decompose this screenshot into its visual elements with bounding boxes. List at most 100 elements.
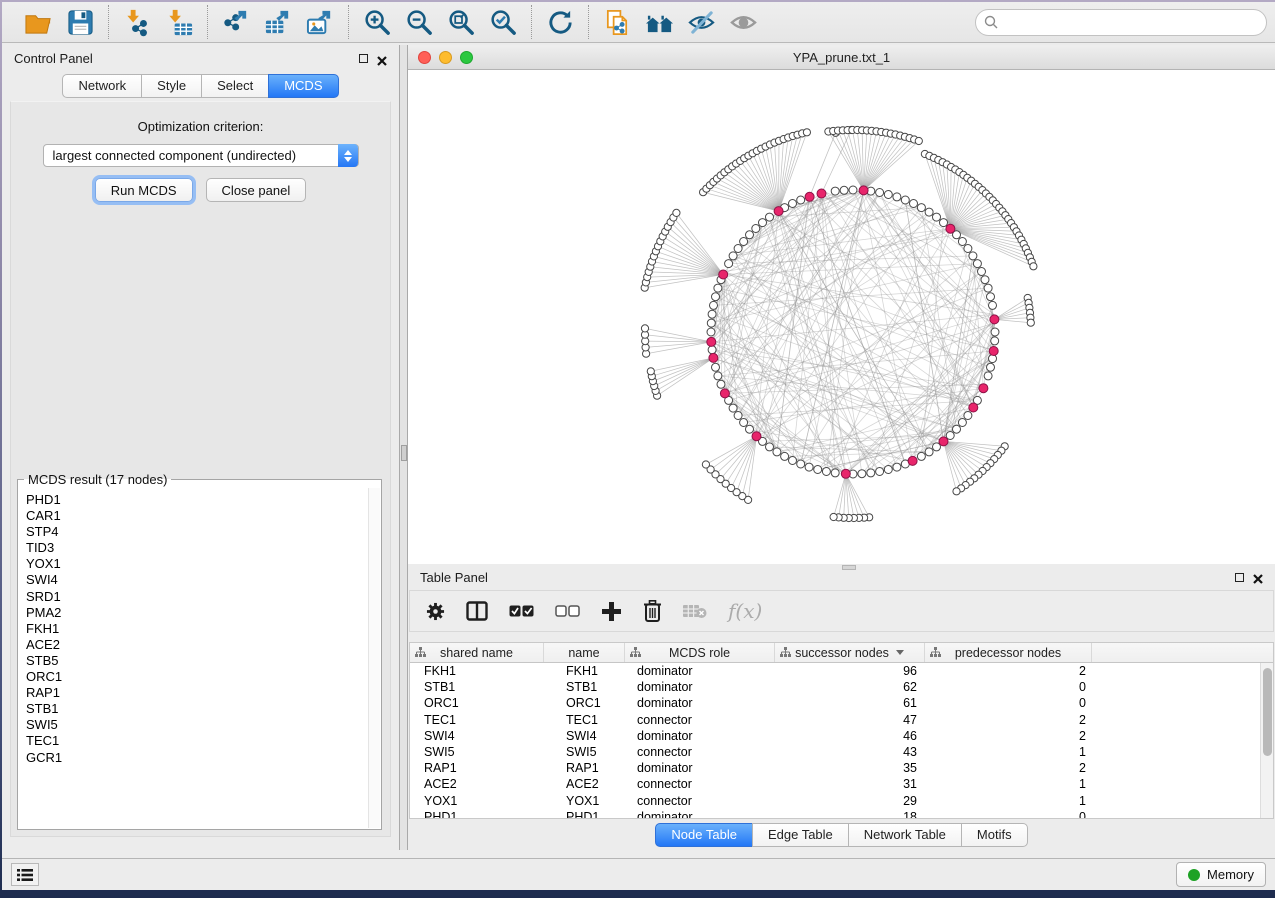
- cell-shared-name[interactable]: YOX1: [410, 794, 544, 808]
- result-node-item[interactable]: SWI4: [26, 572, 368, 588]
- table-row[interactable]: STB1STB1dominator620: [410, 679, 1260, 695]
- cell-MCDS-role[interactable]: dominator: [625, 729, 775, 743]
- cell-MCDS-role[interactable]: dominator: [625, 761, 775, 775]
- cell-MCDS-role[interactable]: dominator: [625, 810, 775, 818]
- scrollbar-thumb[interactable]: [1263, 668, 1272, 756]
- graph-node[interactable]: [708, 346, 716, 354]
- graph-node[interactable]: [805, 463, 813, 471]
- graph-node[interactable]: [708, 310, 716, 318]
- cell-name[interactable]: RAP1: [544, 761, 625, 775]
- graph-node[interactable]: [1027, 319, 1034, 326]
- graph-node[interactable]: [766, 443, 774, 451]
- graph-node[interactable]: [910, 200, 918, 208]
- table-row[interactable]: SWI5SWI5connector431: [410, 744, 1260, 760]
- cell-predecessor-nodes[interactable]: 2: [925, 761, 1092, 775]
- cell-name[interactable]: TEC1: [544, 713, 625, 727]
- graph-node[interactable]: [814, 466, 822, 474]
- close-table-panel-icon[interactable]: [1253, 572, 1263, 582]
- tab-network-table[interactable]: Network Table: [848, 823, 962, 847]
- result-node-item[interactable]: FKH1: [26, 621, 368, 637]
- graph-node[interactable]: [789, 200, 797, 208]
- graph-node[interactable]: [917, 452, 925, 460]
- graph-node[interactable]: [831, 469, 839, 477]
- cell-shared-name[interactable]: FKH1: [410, 664, 544, 678]
- graph-hub-node[interactable]: [817, 189, 826, 198]
- column-header-MCDS-role[interactable]: MCDS role: [625, 643, 775, 662]
- cell-successor-nodes[interactable]: 62: [775, 680, 925, 694]
- graph-node[interactable]: [717, 380, 725, 388]
- graph-hub-node[interactable]: [752, 432, 761, 441]
- graph-node[interactable]: [746, 231, 754, 239]
- graph-node[interactable]: [964, 412, 972, 420]
- graph-node[interactable]: [734, 412, 742, 420]
- graph-node[interactable]: [641, 325, 648, 332]
- search-input[interactable]: [975, 9, 1267, 36]
- graph-node[interactable]: [933, 213, 941, 221]
- export-table-icon[interactable]: [260, 5, 296, 39]
- cell-predecessor-nodes[interactable]: 1: [925, 745, 1092, 759]
- cell-predecessor-nodes[interactable]: 0: [925, 810, 1092, 818]
- cell-successor-nodes[interactable]: 18: [775, 810, 925, 818]
- close-panel-icon[interactable]: [377, 54, 387, 64]
- graph-hub-node[interactable]: [859, 186, 868, 195]
- cell-predecessor-nodes[interactable]: 2: [925, 729, 1092, 743]
- cell-predecessor-nodes[interactable]: 2: [925, 664, 1092, 678]
- graph-node[interactable]: [752, 225, 760, 233]
- cell-successor-nodes[interactable]: 43: [775, 745, 925, 759]
- select-all-icon[interactable]: [509, 605, 534, 617]
- splitter-grip[interactable]: [401, 445, 407, 461]
- graph-node[interactable]: [712, 293, 720, 301]
- zoom-in-icon[interactable]: [359, 5, 395, 39]
- table-row[interactable]: RAP1RAP1dominator352: [410, 760, 1260, 776]
- zoom-fit-icon[interactable]: [443, 5, 479, 39]
- tab-edge-table[interactable]: Edge Table: [752, 823, 849, 847]
- column-header-name[interactable]: name: [544, 643, 625, 662]
- close-window-button[interactable]: [418, 51, 431, 64]
- cell-MCDS-role[interactable]: connector: [625, 713, 775, 727]
- table-row[interactable]: TEC1TEC1connector472: [410, 712, 1260, 728]
- tab-network[interactable]: Network: [62, 74, 142, 98]
- graph-node[interactable]: [840, 186, 848, 194]
- graph-node[interactable]: [876, 468, 884, 476]
- graph-node[interactable]: [773, 448, 781, 456]
- float-table-panel-button[interactable]: [1235, 573, 1244, 582]
- cell-MCDS-role[interactable]: connector: [625, 794, 775, 808]
- graph-node[interactable]: [940, 219, 948, 227]
- graph-hub-node[interactable]: [990, 315, 999, 324]
- graph-hub-node[interactable]: [720, 389, 729, 398]
- result-node-item[interactable]: TEC1: [26, 733, 368, 749]
- cell-successor-nodes[interactable]: 31: [775, 777, 925, 791]
- cell-successor-nodes[interactable]: 96: [775, 664, 925, 678]
- import-network-icon[interactable]: [119, 5, 155, 39]
- memory-button[interactable]: Memory: [1176, 862, 1266, 887]
- tab-mcds[interactable]: MCDS: [268, 74, 338, 98]
- graph-hub-node[interactable]: [969, 403, 978, 412]
- graph-node[interactable]: [893, 193, 901, 201]
- graph-hub-node[interactable]: [939, 437, 948, 446]
- cell-successor-nodes[interactable]: 29: [775, 794, 925, 808]
- tab-select[interactable]: Select: [201, 74, 269, 98]
- cell-MCDS-role[interactable]: dominator: [625, 664, 775, 678]
- graph-node[interactable]: [714, 284, 722, 292]
- graph-hub-node[interactable]: [908, 456, 917, 465]
- cell-predecessor-nodes[interactable]: 1: [925, 794, 1092, 808]
- graph-hub-node[interactable]: [946, 224, 955, 233]
- apply-layout-icon[interactable]: [542, 5, 578, 39]
- graph-node[interactable]: [797, 196, 805, 204]
- split-panel-icon[interactable]: [466, 601, 488, 621]
- graph-node[interactable]: [987, 363, 995, 371]
- graph-node[interactable]: [953, 488, 960, 495]
- graph-node[interactable]: [759, 219, 767, 227]
- graph-node[interactable]: [1030, 263, 1037, 270]
- column-header-shared-name[interactable]: shared name: [410, 643, 544, 662]
- cell-predecessor-nodes[interactable]: 0: [925, 680, 1092, 694]
- graph-node[interactable]: [984, 284, 992, 292]
- gear-icon[interactable]: [426, 602, 445, 621]
- cell-shared-name[interactable]: SWI5: [410, 745, 544, 759]
- cell-successor-nodes[interactable]: 47: [775, 713, 925, 727]
- cell-name[interactable]: ACE2: [544, 777, 625, 791]
- graph-node[interactable]: [830, 513, 837, 520]
- import-table-icon[interactable]: [161, 5, 197, 39]
- task-history-button[interactable]: [11, 863, 39, 886]
- graph-node[interactable]: [901, 196, 909, 204]
